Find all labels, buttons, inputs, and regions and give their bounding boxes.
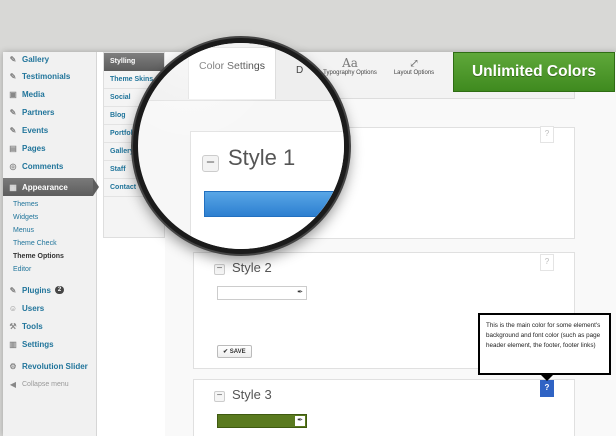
tools-icon: ⚒ (9, 321, 17, 331)
collapse-icon: ◀ (9, 379, 17, 389)
eyedropper-icon[interactable]: ✒ (295, 416, 305, 426)
help-icon-active[interactable]: ? (540, 380, 554, 397)
style-3-card: − Style 3 ? ✒ (193, 379, 575, 436)
style-1-title: Style 1 (228, 145, 296, 170)
pin-icon: ✎ (9, 107, 17, 117)
submenu-theme-options[interactable]: Theme Options (13, 253, 64, 260)
save-button[interactable]: ✔ SAVE (217, 345, 252, 358)
style-2-color-input[interactable]: ✒ (217, 286, 307, 300)
collapse-minus-icon[interactable]: − (214, 264, 225, 275)
image-icon: ✎ (9, 54, 17, 64)
appearance-icon: ▦ (9, 182, 17, 192)
menu-item-revolution-slider[interactable]: ⚙ Revolution Slider (3, 357, 97, 375)
eyedropper-icon[interactable]: ✒ (295, 288, 305, 298)
collapse-minus-icon[interactable]: − (202, 155, 219, 172)
submenu-menus[interactable]: Menus (13, 227, 34, 234)
tab-color-settings[interactable]: Color Settings (188, 47, 276, 99)
menu-item-gallery[interactable]: ✎ Gallery (3, 52, 97, 68)
gear-icon: ⚙ (9, 361, 17, 371)
update-count-badge: 2 (54, 286, 65, 294)
style-3-title: Style 3 (232, 387, 272, 402)
menu-item-partners[interactable]: ✎ Partners (3, 103, 97, 121)
comment-icon: ◎ (9, 161, 17, 171)
submenu-widgets[interactable]: Widgets (13, 214, 38, 221)
menu-item-pages[interactable]: ▤ Pages (3, 139, 97, 157)
pin-icon: ✎ (9, 71, 17, 81)
users-icon: ☺ (8, 303, 18, 313)
submenu-themes[interactable]: Themes (13, 201, 38, 208)
tab-partial-label[interactable]: D (296, 65, 303, 76)
pin-icon: ✎ (9, 125, 17, 135)
menu-item-tools[interactable]: ⚒ Tools (3, 317, 97, 335)
collapse-menu[interactable]: ◀ Collapse menu (3, 375, 97, 393)
unlimited-colors-banner: Unlimited Colors (453, 52, 615, 92)
menu-item-settings[interactable]: ▥ Settings (3, 335, 97, 353)
page-icon: ▤ (9, 143, 17, 153)
style-3-color-input[interactable]: ✒ (217, 414, 307, 428)
help-icon[interactable]: ? (540, 254, 554, 271)
layout-icon: ⤢ (408, 56, 420, 70)
collapse-minus-icon[interactable]: − (214, 391, 225, 402)
style-2-title: Style 2 (232, 260, 272, 275)
menu-item-testimonials[interactable]: ✎ Testimonials (3, 67, 97, 85)
menu-item-plugins[interactable]: ✎ Plugins 2 (3, 281, 97, 299)
settings-icon: ▥ (9, 339, 17, 349)
plugin-icon: ✎ (9, 285, 17, 295)
menu-item-media[interactable]: ▣ Media (3, 85, 97, 103)
tab-layout[interactable]: ⤢ Layout Options (389, 56, 439, 76)
wp-admin-menu: ✎ Gallery ✎ Testimonials ▣ Media ✎ Partners … (3, 52, 99, 436)
magnifier-lens: Color Settings D − Style 1 (133, 38, 349, 254)
menu-item-events[interactable]: ✎ Events (3, 121, 97, 139)
help-icon[interactable]: ? (540, 126, 554, 143)
media-icon: ▣ (9, 89, 17, 99)
submenu-theme-check[interactable]: Theme Check (13, 240, 57, 247)
style-1-color-swatch[interactable] (204, 191, 344, 217)
menu-item-comments[interactable]: ◎ Comments (3, 157, 97, 175)
help-tooltip: This is the main color for some element'… (478, 313, 611, 381)
menu-item-users[interactable]: ☺ Users (3, 299, 97, 317)
menu-item-appearance[interactable]: ▦ Appearance (3, 178, 99, 196)
submenu-editor[interactable]: Editor (13, 266, 31, 273)
